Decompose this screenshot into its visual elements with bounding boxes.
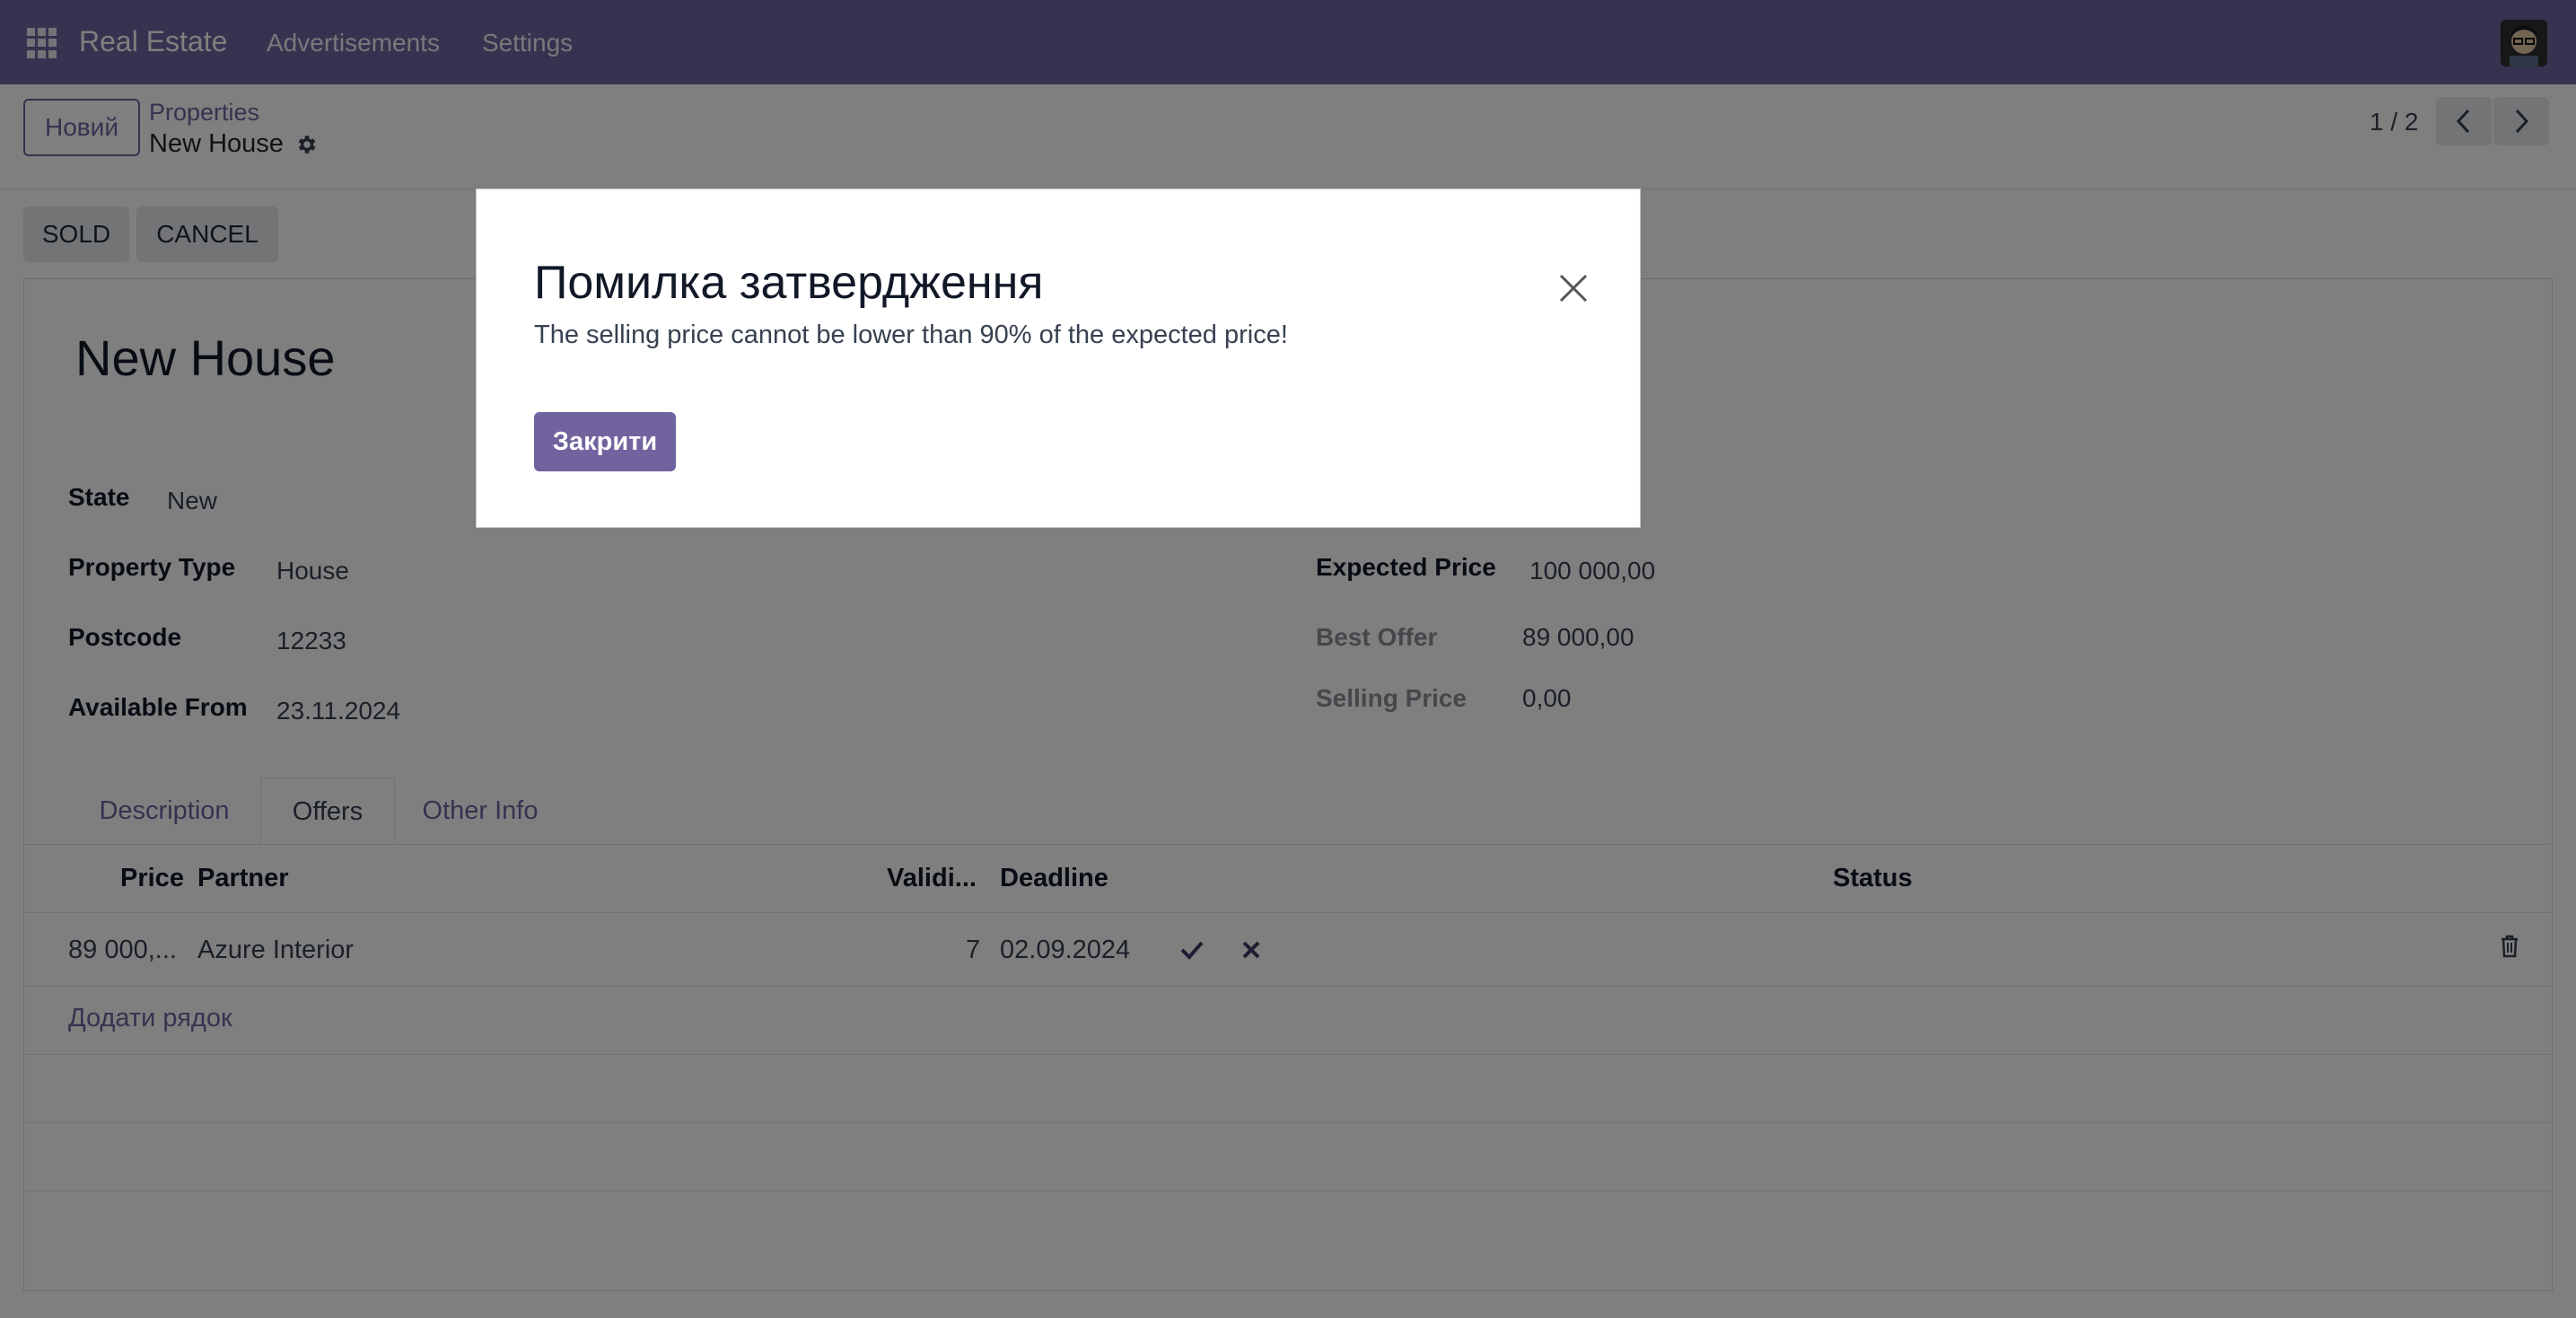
dialog-message: The selling price cannot be lower than 9… bbox=[534, 321, 1288, 349]
dialog-close-button[interactable]: Закрити bbox=[534, 412, 676, 471]
close-icon[interactable] bbox=[1555, 270, 1591, 306]
validation-error-dialog: Помилка затвердження The selling price c… bbox=[476, 189, 1641, 528]
dialog-title: Помилка затвердження bbox=[534, 257, 1044, 309]
